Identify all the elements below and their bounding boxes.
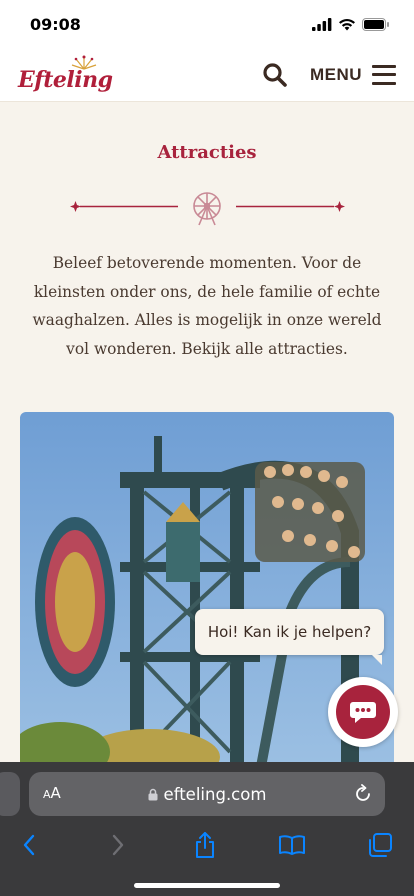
url-text: efteling.com [163, 784, 267, 804]
status-bar: 09:08 [0, 0, 414, 48]
search-icon[interactable] [262, 62, 288, 88]
book-icon [279, 835, 305, 855]
home-indicator [134, 883, 280, 888]
reader-aa-button[interactable]: AA [43, 783, 61, 802]
forward-button[interactable] [103, 830, 133, 860]
lock-icon [148, 788, 158, 800]
chevron-right-icon [112, 834, 124, 856]
site-header: Efteling MENU [0, 48, 414, 102]
chevron-left-icon [23, 834, 35, 856]
previous-tab-stub[interactable] [0, 772, 20, 816]
chat-greeting-text: Hoi! Kan ik je helpen? [207, 623, 372, 641]
chat-launcher-inner [336, 685, 390, 739]
ferris-wheel-icon [193, 192, 221, 226]
header-actions: MENU [262, 62, 396, 88]
tabs-icon [369, 833, 392, 857]
share-icon [196, 832, 214, 858]
wifi-icon [339, 18, 355, 30]
divider-right-star [334, 201, 345, 212]
divider-left-star [70, 201, 81, 212]
intro-paragraph: Beleef betoverende momenten. Voor de kle… [32, 254, 382, 358]
hamburger-icon [372, 64, 396, 85]
url-display: efteling.com [148, 784, 267, 804]
aa-big-letter: A [50, 784, 61, 802]
status-icons [312, 17, 390, 31]
share-button[interactable] [190, 830, 220, 860]
efteling-logo[interactable]: Efteling [18, 53, 118, 97]
status-time: 09:08 [30, 14, 81, 34]
bookmarks-button[interactable] [277, 830, 307, 860]
decorative-divider [70, 192, 345, 226]
menu-button[interactable]: MENU [309, 64, 396, 85]
cellular-signal-icon [312, 17, 332, 31]
menu-label: MENU [309, 64, 362, 84]
address-bar[interactable]: AA efteling.com [29, 772, 385, 816]
chat-launcher-button[interactable] [328, 677, 398, 747]
back-button[interactable] [14, 830, 44, 860]
battery-icon [362, 17, 389, 31]
tabs-button[interactable] [365, 830, 395, 860]
aa-small-letter: A [43, 788, 51, 801]
section-title: Attracties [157, 142, 257, 163]
chat-bubble-icon [350, 702, 376, 723]
reload-icon[interactable] [353, 784, 373, 804]
browser-toolbar [0, 824, 414, 868]
browser-bottom-bar: AA efteling.com [0, 762, 414, 896]
chat-greeting-bubble[interactable]: Hoi! Kan ik je helpen? [195, 609, 384, 665]
logo-wordmark: Efteling [18, 66, 113, 93]
